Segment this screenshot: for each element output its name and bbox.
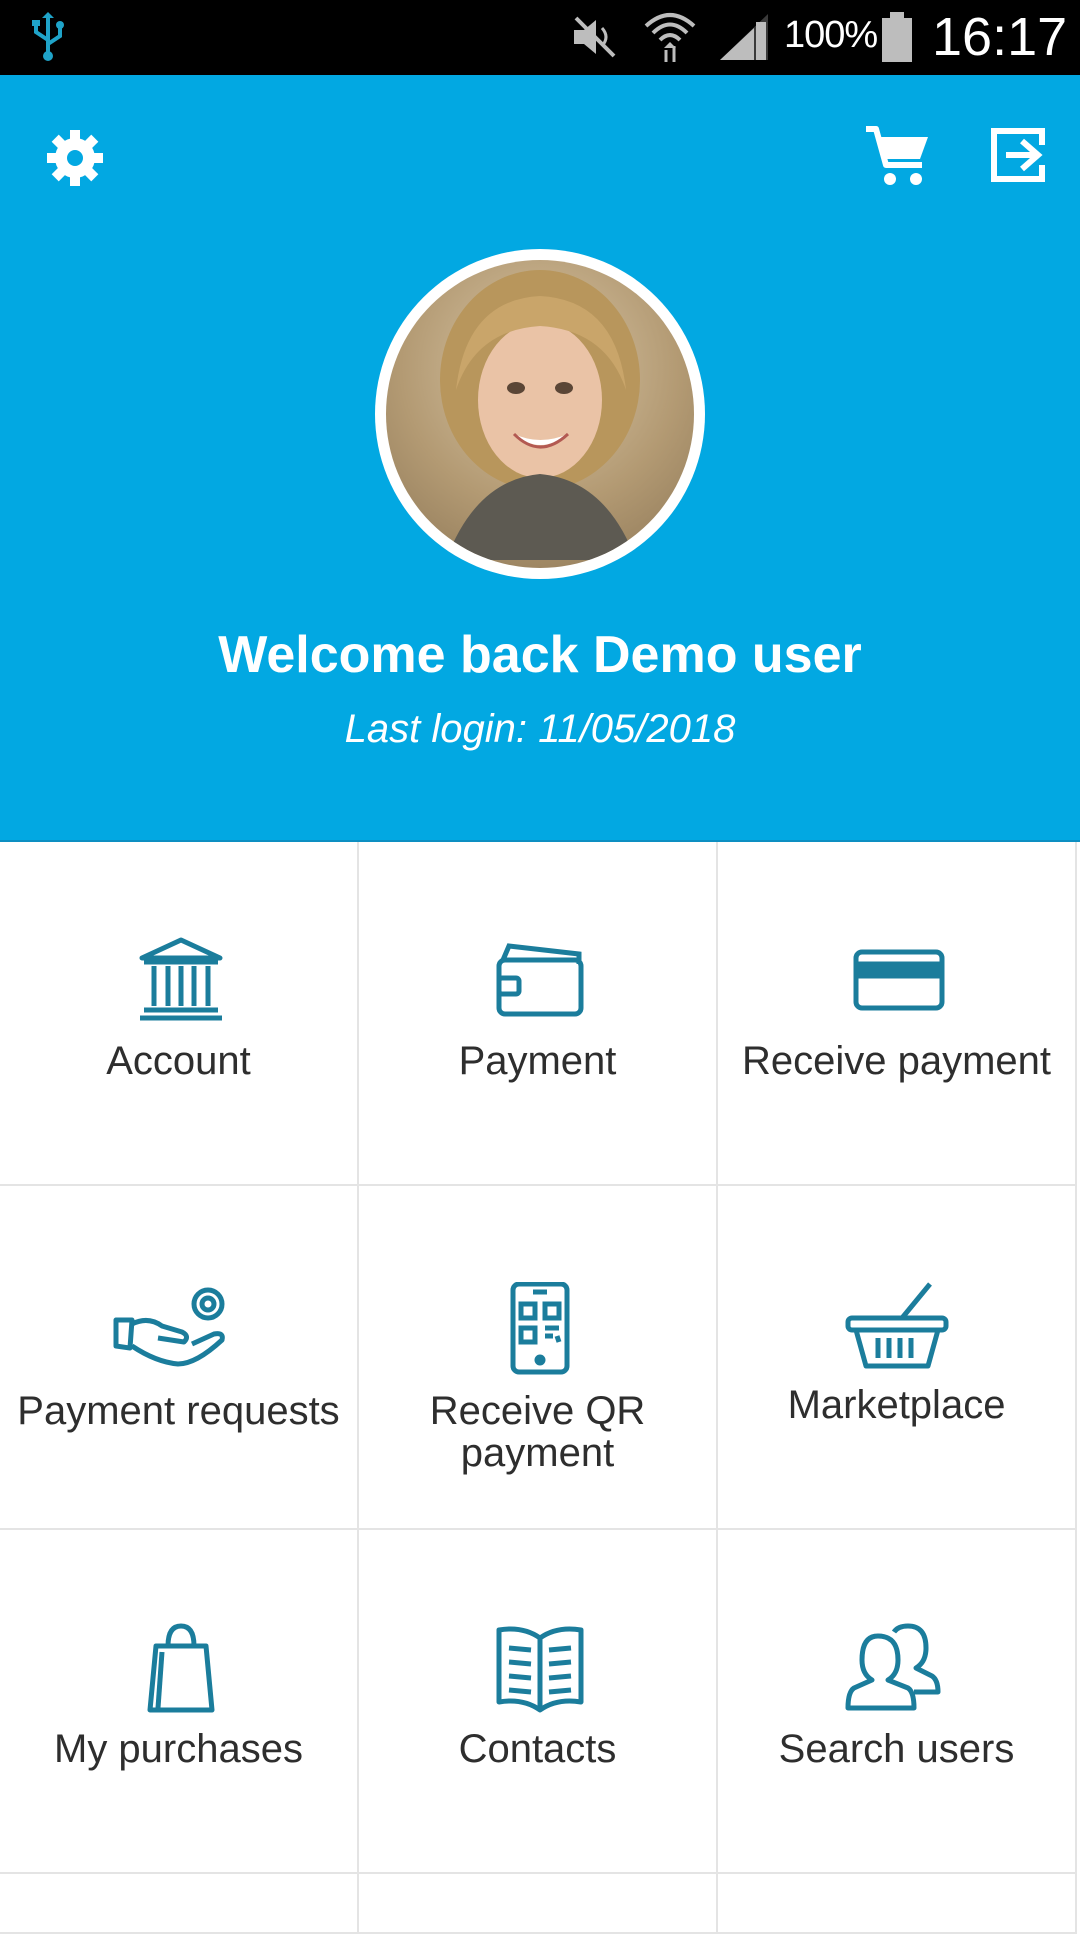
menu-item-marketplace[interactable]: Marketplace: [718, 1186, 1077, 1530]
menu-item-label: Contacts: [458, 1727, 617, 1771]
menu-item-partial[interactable]: [718, 1874, 1077, 1934]
cart-icon[interactable]: [864, 123, 934, 193]
battery-percent: 100%: [784, 14, 878, 56]
menu-item-receive-payment[interactable]: Receive payment: [718, 842, 1077, 1186]
menu-grid: Account Payment Receive payment Payment …: [0, 842, 1080, 1934]
settings-icon[interactable]: [44, 127, 106, 189]
menu-item-label: Account: [106, 1039, 251, 1083]
menu-item-label: Search users: [778, 1727, 1015, 1771]
welcome-heading: Welcome back Demo user: [218, 626, 862, 684]
menu-item-receive-qr-payment[interactable]: Receive QR payment: [359, 1186, 718, 1530]
menu-item-label: Receive QR payment: [429, 1389, 646, 1475]
mute-icon: [570, 14, 620, 60]
menu-item-label: Payment: [458, 1039, 617, 1083]
menu-item-label: Receive payment: [741, 1039, 1052, 1083]
hand-coin-icon: [112, 1280, 230, 1374]
avatar[interactable]: [375, 249, 705, 579]
profile-header: Welcome back Demo user Last login: 11/05…: [0, 75, 1080, 842]
usb-icon: [30, 12, 66, 62]
menu-item-partial[interactable]: [0, 1874, 359, 1934]
menu-item-payment[interactable]: Payment: [359, 842, 718, 1186]
menu-item-label: My purchases: [54, 1727, 303, 1771]
menu-item-account[interactable]: Account: [0, 842, 359, 1186]
signal-icon: [718, 12, 770, 62]
menu-item-label: Marketplace: [787, 1383, 1006, 1427]
wifi-icon: [642, 8, 698, 64]
bank-icon: [134, 934, 228, 1028]
credit-card-icon: [852, 934, 946, 1028]
logout-icon[interactable]: [988, 125, 1048, 185]
last-login-text: Last login: 11/05/2018: [344, 707, 736, 751]
menu-item-search-users[interactable]: Search users: [718, 1530, 1077, 1874]
users-icon: [842, 1622, 942, 1716]
menu-item-partial[interactable]: [359, 1874, 718, 1934]
qr-phone-icon: [493, 1282, 587, 1376]
clock: 16:17: [932, 7, 1068, 67]
status-bar: 100% 16:17: [0, 0, 1080, 75]
shopping-bag-icon: [134, 1622, 228, 1716]
wallet-icon: [493, 934, 587, 1028]
menu-item-contacts[interactable]: Contacts: [359, 1530, 718, 1874]
menu-item-payment-requests[interactable]: Payment requests: [0, 1186, 359, 1530]
battery-icon: [880, 10, 914, 64]
book-icon: [493, 1622, 587, 1716]
menu-item-label: Payment requests: [17, 1389, 340, 1433]
avatar-photo: [386, 260, 694, 568]
menu-item-my-purchases[interactable]: My purchases: [0, 1530, 359, 1874]
basket-icon: [842, 1280, 952, 1374]
